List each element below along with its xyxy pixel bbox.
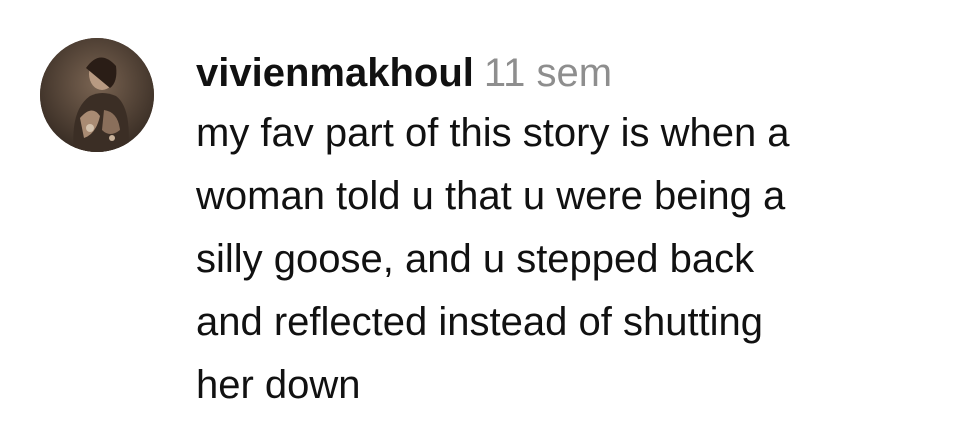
comment-text: my fav part of this story is when a woma… (196, 102, 966, 417)
user-avatar-photo-icon (40, 38, 154, 152)
username-link[interactable]: vivienmakhoul (196, 51, 474, 95)
comment-header: vivienmakhoul 11 sem (196, 44, 966, 102)
timestamp[interactable]: 11 sem (484, 51, 612, 95)
comment-text-line: woman told u that u were being a (196, 174, 786, 218)
avatar[interactable] (40, 38, 154, 152)
comment-text-line: and reflected instead of shutting (196, 300, 764, 344)
comment-text-line: her down (196, 363, 361, 407)
comment-body: vivienmakhoul 11 sem my fav part of this … (196, 44, 966, 417)
comment-text-line: my fav part of this story is when a (196, 111, 790, 155)
comment: vivienmakhoul 11 sem my fav part of this … (0, 0, 980, 440)
comment-text-line: silly goose, and u stepped back (196, 237, 755, 281)
